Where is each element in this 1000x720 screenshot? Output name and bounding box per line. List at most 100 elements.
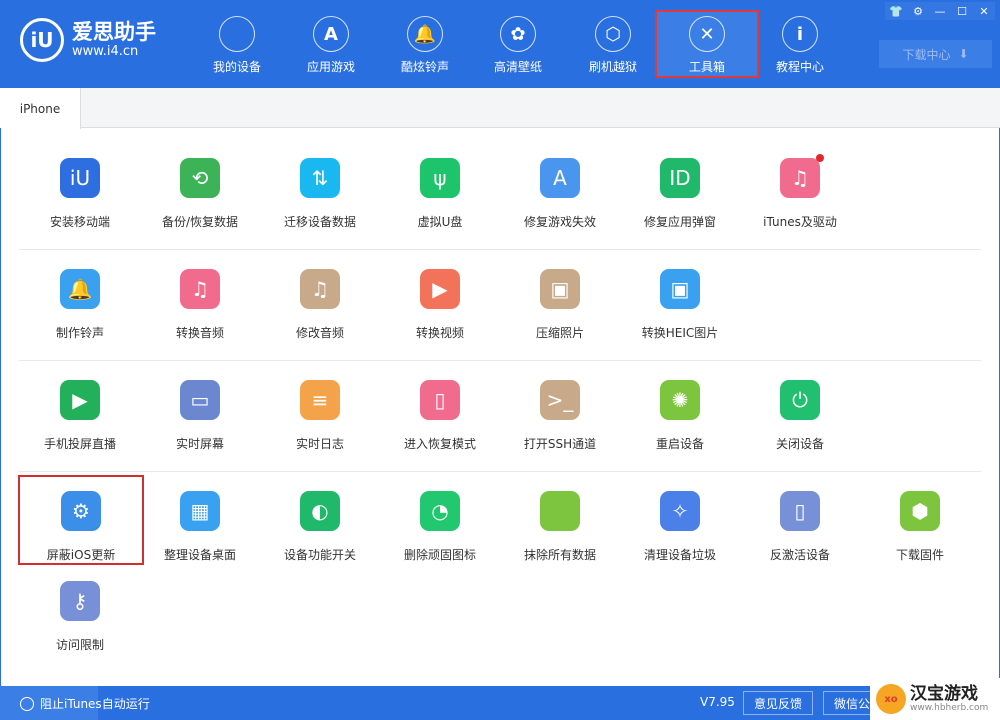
tool-label: 虚拟U盘 — [417, 215, 463, 229]
tool-item[interactable]: >_ 打开SSH通道 — [500, 364, 620, 454]
tool-label: 实时日志 — [295, 437, 344, 451]
tool-label: 转换音频 — [175, 326, 224, 340]
tool-label: 手机投屏直播 — [43, 437, 116, 451]
row-divider — [19, 471, 981, 472]
tool-item[interactable]: iU 安装移动端 — [20, 142, 140, 232]
tool-item[interactable]: ♫ iTunes及驱动 — [740, 142, 860, 232]
tool-icon: ♫ — [180, 269, 220, 309]
box-icon: ⬡ — [595, 16, 631, 52]
tool-icon: >_ — [540, 380, 580, 420]
tools-icon: ✕ — [689, 16, 725, 52]
tool-item[interactable]: ✧ 清理设备垃圾 — [620, 475, 740, 565]
nav-app-store[interactable]: A 应用游戏 — [281, 12, 381, 76]
tool-label: 清理设备垃圾 — [643, 548, 716, 562]
tool-label: 设备功能开关 — [283, 548, 356, 562]
tool-item[interactable]: ▯ 反激活设备 — [740, 475, 860, 565]
tool-item[interactable]: ◐ 设备功能开关 — [260, 475, 380, 565]
flower-icon: ✿ — [500, 16, 536, 52]
tool-label: 关闭设备 — [775, 437, 824, 451]
tool-item[interactable]: ID 修复应用弹窗 — [620, 142, 740, 232]
tool-icon: ♫ — [780, 154, 824, 198]
tool-item[interactable]: ⟲ 备份/恢复数据 — [140, 142, 260, 232]
row-divider — [19, 360, 981, 361]
watermark-url: www.hbherb.com — [910, 703, 989, 713]
nav-label: 应用游戏 — [306, 60, 355, 74]
tool-label: 访问限制 — [55, 638, 104, 652]
tool-item[interactable]: ⚙ 屏蔽iOS更新 — [18, 475, 144, 565]
tool-label: 删除顽固图标 — [403, 548, 476, 562]
tool-icon: ✺ — [660, 380, 700, 420]
tool-item[interactable]: ψ 虚拟U盘 — [380, 142, 500, 232]
toolbox-grid: iU 安装移动端 ⟲ 备份/恢复数据 ⇅ 迁移设备数据 ψ 虚拟U盘 A 修复游戏失效 ID 修复应用… — [0, 128, 1000, 686]
nav-flower[interactable]: ✿ 高清壁纸 — [468, 12, 568, 76]
tool-icon: ♫ — [300, 269, 340, 309]
tool-label: 修复游戏失效 — [523, 215, 596, 229]
tool-label: 修改音频 — [295, 326, 344, 340]
tool-label: 安装移动端 — [49, 215, 110, 229]
tool-item[interactable]: ⏻ 关闭设备 — [740, 364, 860, 454]
tool-icon: ▣ — [540, 269, 580, 309]
app-store-icon: A — [313, 16, 349, 52]
minimize-icon[interactable]: — — [929, 2, 951, 20]
tool-item[interactable]: ⬢ 下载固件 — [860, 475, 980, 565]
tool-label: 进入恢复模式 — [403, 437, 476, 451]
tool-icon: ⚷ — [60, 581, 100, 621]
window-controls: 👕 ⚙ — ☐ ✕ — [885, 2, 995, 20]
tool-icon — [540, 491, 580, 531]
tool-item[interactable]: ⇅ 迁移设备数据 — [260, 142, 380, 232]
block-itunes-toggle[interactable]: 阻止iTunes自动运行 — [20, 695, 150, 712]
tool-icon: ⚙ — [61, 491, 101, 531]
nav-label: 高清壁纸 — [493, 60, 542, 74]
tool-icon: ψ — [420, 158, 460, 198]
tool-icon: ▶ — [60, 380, 100, 420]
maximize-icon[interactable]: ☐ — [951, 2, 973, 20]
tool-icon: 🔔 — [60, 269, 100, 309]
close-icon[interactable]: ✕ — [973, 2, 995, 20]
tool-item[interactable]: ◔ 删除顽固图标 — [380, 475, 500, 565]
tool-item[interactable]: ▭ 实时屏幕 — [140, 364, 260, 454]
nav-box[interactable]: ⬡ 刷机越狱 — [563, 12, 663, 76]
radio-icon — [20, 696, 34, 711]
tool-item[interactable]: 🔔 制作铃声 — [20, 253, 140, 343]
nav-label: 酷炫铃声 — [400, 60, 449, 74]
block-itunes-label: 阻止iTunes自动运行 — [40, 697, 150, 711]
tool-item[interactable]: ✺ 重启设备 — [620, 364, 740, 454]
download-arrow-icon: ⬇ — [958, 47, 969, 61]
tool-icon: ▣ — [660, 269, 700, 309]
watermark-name: 汉宝游戏 — [910, 684, 978, 704]
nav-info[interactable]: i 教程中心 — [750, 12, 850, 76]
tool-item[interactable]: ▶ 手机投屏直播 — [20, 364, 140, 454]
tool-item[interactable]: ♫ 修改音频 — [260, 253, 380, 343]
bell-icon: 🔔 — [407, 16, 443, 52]
device-tabbar: iPhone — [0, 88, 1000, 129]
skin-shirt-icon[interactable]: 👕 — [885, 2, 907, 20]
app-url: www.i4.cn — [72, 44, 139, 59]
tool-item[interactable]: ▣ 压缩照片 — [500, 253, 620, 343]
tool-label: 备份/恢复数据 — [161, 215, 239, 229]
tab-iphone[interactable]: iPhone — [0, 88, 81, 129]
download-center-button[interactable]: 下载中心 ⬇ — [879, 40, 992, 68]
apple-icon — [219, 16, 255, 52]
app-name: 爱思助手 — [72, 20, 156, 44]
tool-item[interactable]: ▣ 转换HEIC图片 — [620, 253, 740, 343]
tool-item[interactable]: ⚷ 访问限制 — [20, 565, 140, 655]
tool-icon: ≡ — [300, 380, 340, 420]
nav-label: 刷机越狱 — [588, 60, 637, 74]
tool-item[interactable]: 抹除所有数据 — [500, 475, 620, 565]
tool-label: 屏蔽iOS更新 — [46, 548, 116, 562]
header: iU 爱思助手 www.i4.cn 我的设备 A 应用游戏 🔔 酷炫铃声 ✿ 高清壁纸 ⬡ 刷机… — [0, 0, 1000, 88]
nav-apple[interactable]: 我的设备 — [187, 12, 287, 76]
tool-item[interactable]: ▶ 转换视频 — [380, 253, 500, 343]
tool-item[interactable]: ▦ 整理设备桌面 — [140, 475, 260, 565]
settings-gear-icon[interactable]: ⚙ — [907, 2, 929, 20]
nav-bell[interactable]: 🔔 酷炫铃声 — [375, 12, 475, 76]
tool-item[interactable]: ≡ 实时日志 — [260, 364, 380, 454]
tool-item[interactable]: ♫ 转换音频 — [140, 253, 260, 343]
tool-item[interactable]: ▯ 进入恢复模式 — [380, 364, 500, 454]
tool-icon: ▯ — [780, 491, 820, 531]
tool-item[interactable]: A 修复游戏失效 — [500, 142, 620, 232]
feedback-button[interactable]: 意见反馈 — [743, 691, 814, 715]
nav-tools[interactable]: ✕ 工具箱 — [655, 10, 759, 78]
tool-icon: ⏻ — [780, 380, 820, 420]
tool-label: 整理设备桌面 — [163, 548, 236, 562]
